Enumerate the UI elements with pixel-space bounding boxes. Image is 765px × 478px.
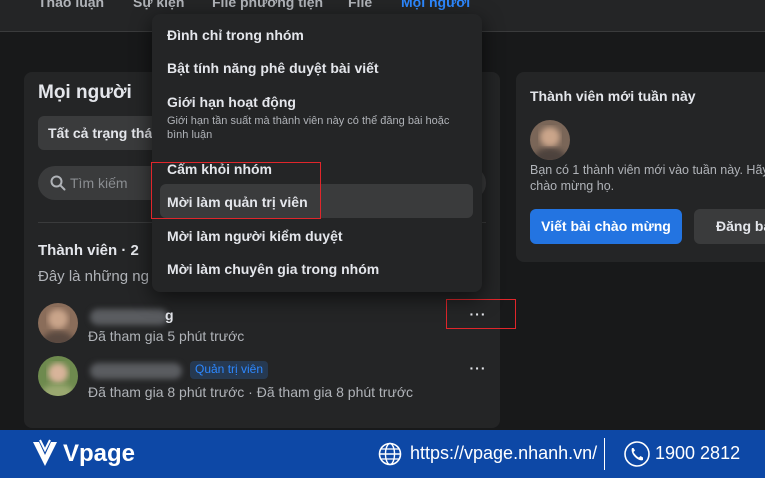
tab-files[interactable]: File	[348, 0, 372, 10]
member-name-redacted[interactable]	[90, 309, 168, 325]
avatar[interactable]	[38, 303, 78, 343]
write-welcome-post-button[interactable]: Viết bài chào mừng	[530, 209, 682, 244]
search-placeholder: Tìm kiếm	[70, 175, 128, 191]
tab-events[interactable]: Sự kiện	[133, 0, 184, 10]
member-more-options-button[interactable]: ···	[464, 360, 492, 380]
people-title: Mọi người	[38, 82, 132, 103]
menu-item-limit-activity[interactable]: Giới hạn hoạt động	[167, 94, 296, 110]
tab-people[interactable]: Mọi người	[401, 0, 470, 10]
member-context-menu: Đình chỉ trong nhóm Bật tính năng phê du…	[152, 14, 482, 292]
avatar[interactable]	[38, 356, 78, 396]
post-button[interactable]: Đăng bài	[694, 209, 765, 244]
avatar[interactable]	[530, 120, 570, 160]
highlight-box-more-button	[446, 299, 516, 329]
tab-media[interactable]: File phương tiện	[212, 0, 323, 10]
highlight-box-invite-admin	[151, 162, 321, 219]
globe-icon	[378, 442, 402, 466]
menu-item-post-approval[interactable]: Bật tính năng phê duyệt bài viết	[167, 60, 379, 76]
members-heading: Thành viên · 2	[38, 242, 139, 259]
vpage-logo-icon	[33, 439, 57, 466]
member-joined-time: Đã tham gia 5 phút trước	[88, 328, 245, 344]
search-icon	[50, 175, 66, 191]
member-name-suffix: g	[165, 307, 174, 323]
footer-divider	[604, 438, 605, 470]
member-name-redacted[interactable]	[90, 363, 182, 379]
footer-banner: Vpage https://vpage.nhanh.vn/ 1900 2812	[0, 430, 765, 478]
new-members-card: Thành viên mới tuần này Bạn có 1 thành v…	[516, 72, 765, 262]
new-members-text: Bạn có 1 thành viên mới vào tuần này. Hã…	[530, 163, 765, 193]
member-joined-time: Đã tham gia 8 phút trước · Đã tham gia 8…	[88, 384, 414, 400]
status-filter-dropdown[interactable]: Tất cả trạng thá	[38, 116, 168, 150]
menu-item-limit-activity-description: Giới hạn tần suất mà thành viên này có t…	[167, 115, 450, 141]
admin-badge: Quản trị viên	[190, 361, 269, 379]
website-link[interactable]: https://vpage.nhanh.vn/	[410, 443, 597, 464]
menu-item-invite-moderator[interactable]: Mời làm người kiểm duyệt	[167, 228, 343, 244]
brand-name: Vpage	[63, 440, 136, 467]
phone-icon	[624, 441, 650, 467]
members-description: Đây là những ng	[38, 268, 149, 285]
menu-item-invite-expert[interactable]: Mời làm chuyên gia trong nhóm	[167, 261, 379, 277]
new-members-title: Thành viên mới tuần này	[530, 88, 696, 104]
menu-item-suspend[interactable]: Đình chỉ trong nhóm	[167, 27, 304, 43]
hotline-number[interactable]: 1900 2812	[655, 443, 740, 464]
tab-discussion[interactable]: Thảo luận	[38, 0, 104, 10]
